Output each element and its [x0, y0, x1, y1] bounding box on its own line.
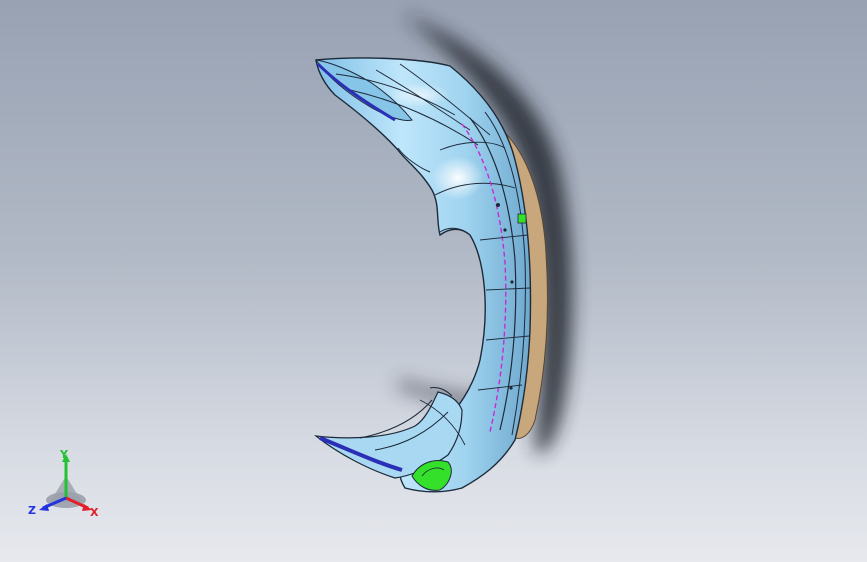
selected-feature[interactable] — [517, 213, 527, 224]
y-axis-label: Y — [59, 448, 69, 461]
sensor-hole — [509, 386, 513, 390]
sensor-hole — [496, 203, 500, 207]
x-axis-label: X — [90, 506, 99, 519]
bumper-model[interactable] — [0, 0, 867, 562]
z-axis-label: Z — [28, 504, 36, 517]
graphics-viewport[interactable]: Y X Z — [0, 0, 867, 562]
reference-triad[interactable]: Y X Z — [26, 448, 106, 524]
surface-highlight — [432, 156, 484, 200]
sensor-hole — [503, 228, 507, 232]
sensor-hole — [510, 280, 514, 284]
